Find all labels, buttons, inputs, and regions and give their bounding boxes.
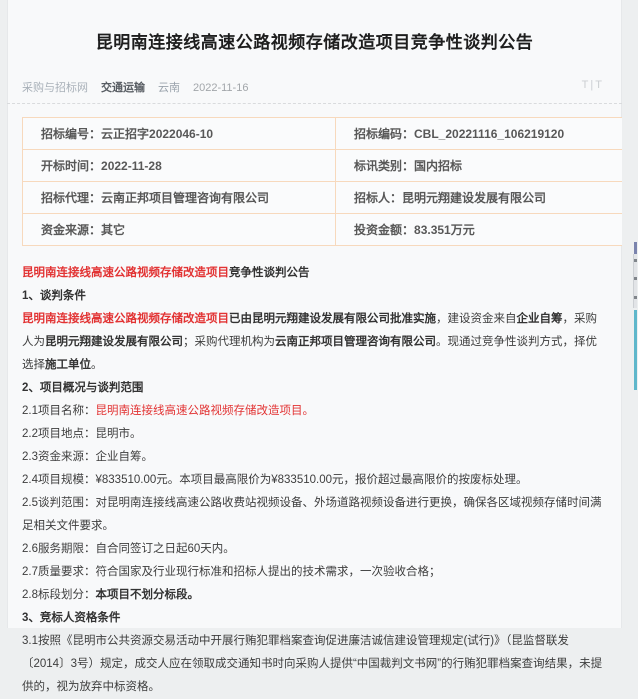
info-label: 招标编码：: [354, 127, 414, 141]
text-run: 云南正邦项目管理咨询有限公司: [275, 336, 436, 348]
info-value: 83.351万元: [414, 223, 475, 237]
info-value: 云南正邦项目管理咨询有限公司: [101, 191, 269, 205]
info-row: 开标时间：2022-11-28标讯类别：国内招标: [23, 150, 638, 182]
text-run: 2.3资金来源：企业自筹。: [22, 451, 153, 463]
info-row: 资金来源：其它投资金额：83.351万元: [23, 214, 638, 246]
text-run: ；采购代理机构为: [183, 336, 275, 348]
breadcrumb-category-link[interactable]: 交通运输: [101, 82, 145, 94]
text-run: 2.4项目规模：¥833510.00元。本项目最高限价为¥833510.00元，…: [22, 474, 528, 486]
text-run: 昆明南连接线高速公路视频存储改造项目: [22, 313, 229, 325]
info-label: 标讯类别：: [354, 159, 414, 173]
floating-widget-fragment-teal[interactable]: [634, 310, 637, 390]
info-label: 资金来源：: [41, 223, 101, 237]
tender-info-table: 招标编号：云正招字2022046-10招标编码：CBL_20221116_106…: [22, 117, 638, 246]
item-2-6: 2.6服务期限：自合同签订之日起60天内。: [22, 538, 604, 561]
announcement-subtitle: 昆明南连接线高速公路视频存储改造项目竞争性谈判公告: [22, 262, 604, 285]
page-right-gutter: [622, 0, 638, 628]
info-label: 投资金额：: [354, 223, 414, 237]
info-cell: 招标编号：云正招字2022046-10: [23, 118, 336, 150]
section-2-heading: 2、项目概况与谈判范围: [22, 377, 604, 400]
text-run: 1、谈判条件: [22, 290, 86, 302]
text-run: 昆明南连接线高速公路视频存储改造项目: [22, 267, 229, 279]
text-run: 昆明元翔建设发展有限公司: [45, 336, 183, 348]
info-label: 招标人：: [354, 191, 402, 205]
text-run: 昆明南连接线高速公路视频存储改造项目。: [96, 405, 315, 417]
floating-widget-icon-fragment[interactable]: [634, 296, 637, 299]
publish-date: 2022-11-16: [193, 82, 248, 94]
item-2-3: 2.3资金来源：企业自筹。: [22, 446, 604, 469]
font-size-controls: T|T: [582, 79, 604, 91]
section-1-heading: 1、谈判条件: [22, 285, 604, 308]
text-run: ，建设资金来自: [436, 313, 517, 325]
text-run: 施工单位: [45, 359, 91, 371]
item-2-8: 2.8标段划分：本项目不划分标段。: [22, 584, 604, 607]
item-2-1: 2.1项目名称：昆明南连接线高速公路视频存储改造项目。: [22, 400, 604, 423]
text-run: 2.6服务期限：自合同签订之日起60天内。: [22, 543, 235, 555]
floating-widget-fragment-header[interactable]: [634, 242, 637, 254]
info-cell: 标讯类别：国内招标: [336, 150, 638, 182]
info-row: 招标编号：云正招字2022046-10招标编码：CBL_20221116_106…: [23, 118, 638, 150]
text-run: 3.1按照《昆明市公共资源交易活动中开展行贿犯罪档案查询促进廉洁诚信建设管理规定…: [22, 635, 602, 693]
floating-widget-icon-fragment[interactable]: [634, 277, 637, 280]
breadcrumb: 采购与招标网 交通运输 云南 2022-11-16 T|T: [22, 79, 607, 93]
info-cell: 开标时间：2022-11-28: [23, 150, 336, 182]
info-value: 2022-11-28: [101, 159, 162, 173]
tender-info-table-body: 招标编号：云正招字2022046-10招标编码：CBL_20221116_106…: [23, 118, 638, 246]
text-run: 2、项目概况与谈判范围: [22, 382, 143, 394]
text-run: 2.8标段划分：: [22, 589, 96, 601]
info-value: CBL_20221116_106219120: [414, 127, 564, 141]
section-1-paragraph: 昆明南连接线高速公路视频存储改造项目已由昆明元翔建设发展有限公司批准实施，建设资…: [22, 308, 604, 377]
text-run: 竞争性谈判公告: [229, 267, 310, 279]
info-row: 招标代理：云南正邦项目管理咨询有限公司招标人：昆明元翔建设发展有限公司: [23, 182, 638, 214]
info-label: 招标编号：: [41, 127, 101, 141]
info-cell: 资金来源：其它: [23, 214, 336, 246]
info-cell: 投资金额：83.351万元: [336, 214, 638, 246]
item-2-2: 2.2项目地点：昆明市。: [22, 423, 604, 446]
item-2-7: 2.7质量要求：符合国家及行业现行标准和招标人提出的技术需求，一次验收合格；: [22, 561, 604, 584]
floating-widget-icon-fragment[interactable]: [634, 259, 637, 262]
text-run: 本项目不划分标段。: [96, 589, 200, 601]
text-run: 。: [91, 359, 103, 371]
info-label: 招标代理：: [41, 191, 101, 205]
breadcrumb-site-link[interactable]: 采购与招标网: [22, 82, 88, 94]
section-3-heading: 3、竞标人资格条件: [22, 607, 604, 630]
info-value: 其它: [101, 223, 125, 237]
info-value: 国内招标: [414, 159, 462, 173]
text-run: 已由昆明元翔建设发展有限公司批准实施: [229, 313, 436, 325]
page-title: 昆明南连接线高速公路视频存储改造项目竞争性谈判公告: [21, 32, 608, 53]
info-label: 开标时间：: [41, 159, 101, 173]
announcement-body: 昆明南连接线高速公路视频存储改造项目竞争性谈判公告1、谈判条件昆明南连接线高速公…: [22, 262, 604, 699]
item-2-5: 2.5谈判范围：对昆明南连接线高速公路收费站视频设备、外场道路视频设备进行更换，…: [22, 492, 604, 538]
text-run: 企业自筹: [517, 313, 563, 325]
info-cell: 招标代理：云南正邦项目管理咨询有限公司: [23, 182, 336, 214]
info-value: 云正招字2022046-10: [101, 127, 213, 141]
text-run: 2.1项目名称：: [22, 405, 96, 417]
announcement-page: 昆明南连接线高速公路视频存储改造项目竞争性谈判公告 采购与招标网交通运输云南20…: [7, 0, 622, 628]
info-cell: 招标人：昆明元翔建设发展有限公司: [336, 182, 638, 214]
floating-widget-fragment-panel[interactable]: [633, 254, 637, 308]
info-cell: 招标编码：CBL_20221116_106219120: [336, 118, 638, 150]
text-run: 2.5谈判范围：对昆明南连接线高速公路收费站视频设备、外场道路视频设备进行更换，…: [22, 497, 601, 532]
breadcrumb-region-link[interactable]: 云南: [158, 82, 180, 94]
text-run: 2.2项目地点：昆明市。: [22, 428, 142, 440]
item-2-4: 2.4项目规模：¥833510.00元。本项目最高限价为¥833510.00元，…: [22, 469, 604, 492]
text-run: 3、竞标人资格条件: [22, 612, 120, 624]
dashed-divider: [7, 103, 622, 104]
info-value: 昆明元翔建设发展有限公司: [402, 191, 546, 205]
item-3-1: 3.1按照《昆明市公共资源交易活动中开展行贿犯罪档案查询促进廉洁诚信建设管理规定…: [22, 630, 604, 699]
text-run: 2.7质量要求：符合国家及行业现行标准和招标人提出的技术需求，一次验收合格；: [22, 566, 440, 578]
font-smaller-button[interactable]: T: [595, 79, 604, 91]
